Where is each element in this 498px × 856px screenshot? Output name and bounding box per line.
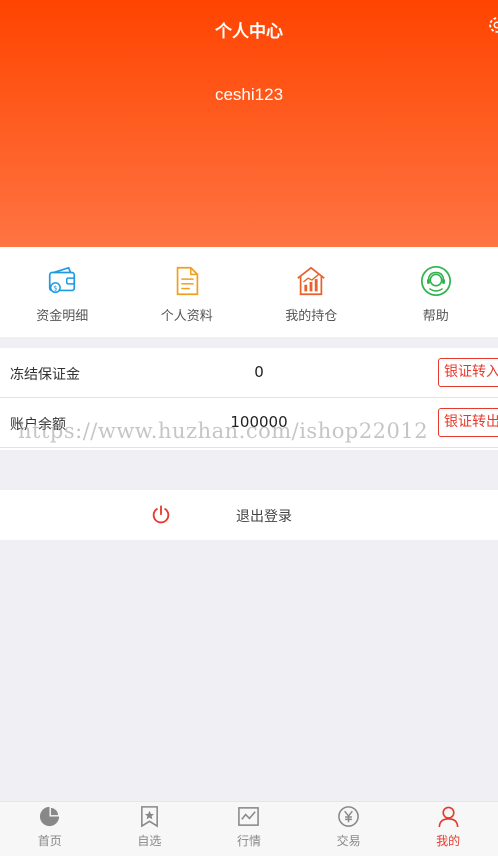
logout-label: 退出登录 <box>236 509 292 525</box>
quick-item-fund-details[interactable]: $ 资金明细 <box>0 247 125 337</box>
logout-button[interactable]: 退出登录 <box>0 490 498 540</box>
tab-trade[interactable]: 交易 <box>299 802 399 856</box>
bottom-tab-bar: 首页 自选 行情 交易 我的 <box>0 801 498 856</box>
profile-header: 个人中心 ceshi123 <box>0 0 498 247</box>
frozen-margin-label: 冻结保证金 <box>10 367 80 383</box>
tab-market[interactable]: 行情 <box>199 802 299 856</box>
tab-label: 我的 <box>436 834 461 848</box>
quick-item-label: 帮助 <box>422 309 449 324</box>
quick-item-label: 个人资料 <box>160 309 213 324</box>
watermark: https://www.huzhan.com/ishop22012 <box>18 419 429 443</box>
quick-menu: $ 资金明细 个人资料 我的持仓 帮助 <box>0 247 498 337</box>
quick-item-label: 我的持仓 <box>285 309 338 324</box>
frozen-margin-row: 冻结保证金 0 银证转入 <box>0 348 498 398</box>
svg-text:$: $ <box>54 284 58 292</box>
tab-label: 首页 <box>37 834 62 848</box>
quick-item-my-holdings[interactable]: 我的持仓 <box>249 247 374 337</box>
help-support-icon <box>420 265 451 297</box>
document-icon <box>176 266 198 296</box>
tab-label: 行情 <box>236 834 261 848</box>
tab-watchlist[interactable]: 自选 <box>100 802 200 856</box>
bookmark-star-icon <box>140 806 158 828</box>
tab-label: 自选 <box>137 834 162 848</box>
username: ceshi123 <box>214 85 284 104</box>
quick-item-label: 资金明细 <box>36 309 89 324</box>
trend-chart-icon <box>238 807 260 826</box>
person-icon <box>438 806 459 828</box>
tab-label: 交易 <box>336 834 361 848</box>
holdings-chart-icon <box>297 266 325 296</box>
tab-home[interactable]: 首页 <box>0 802 100 856</box>
yuan-coin-icon <box>338 806 359 827</box>
quick-item-personal-info[interactable]: 个人资料 <box>125 247 250 337</box>
power-icon <box>152 505 170 524</box>
frozen-margin-value: 0 <box>254 363 264 381</box>
tab-mine[interactable]: 我的 <box>398 802 498 856</box>
gear-icon[interactable] <box>486 14 498 36</box>
wallet-icon: $ <box>49 266 76 294</box>
page-title: 个人中心 <box>215 22 283 42</box>
pie-chart-icon <box>40 806 60 827</box>
quick-item-help[interactable]: 帮助 <box>374 247 498 337</box>
bank-transfer-out-button[interactable]: 银证转出 <box>438 408 498 437</box>
bank-transfer-in-button[interactable]: 银证转入 <box>438 358 498 387</box>
